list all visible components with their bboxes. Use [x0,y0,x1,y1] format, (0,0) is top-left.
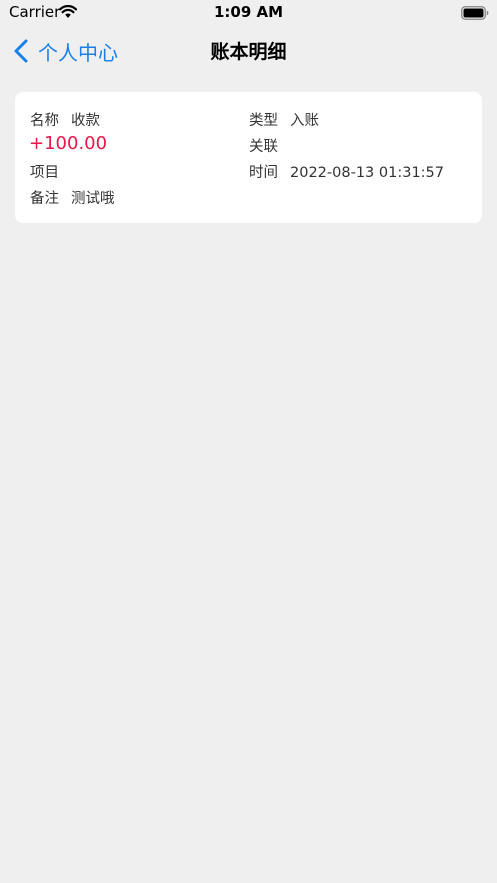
time-row: 时间 2022-08-13 01:31:57 [249,161,444,182]
name-label: 名称 [30,113,59,129]
battery-icon [461,5,489,20]
project-row: 项目 [30,161,71,182]
page-title: 账本明细 [210,41,287,63]
link-label: 关联 [249,139,278,155]
note-value: 测试哦 [71,191,115,207]
name-value: 收款 [71,113,100,129]
type-value: 入账 [290,113,319,129]
navigation-bar: 个人中心 账本明细 [0,26,497,76]
name-row: 名称 收款 [30,109,100,130]
status-time: 1:09 AM [213,3,284,21]
type-label: 类型 [249,113,278,129]
type-row: 类型 入账 [249,109,319,130]
ledger-detail-card: 名称 收款 类型 入账 +100.00 关联 项目 时间 2022-08-13 01:… [15,92,482,223]
note-label: 备注 [30,191,59,207]
amount-value: +100.00 [29,133,108,154]
project-label: 项目 [30,165,59,181]
status-bar: Carrier 1:09 AM [0,0,497,26]
time-label: 时间 [249,165,278,181]
link-row: 关联 [249,135,290,156]
note-row: 备注 测试哦 [30,187,115,208]
time-value: 2022-08-13 01:31:57 [290,165,444,181]
